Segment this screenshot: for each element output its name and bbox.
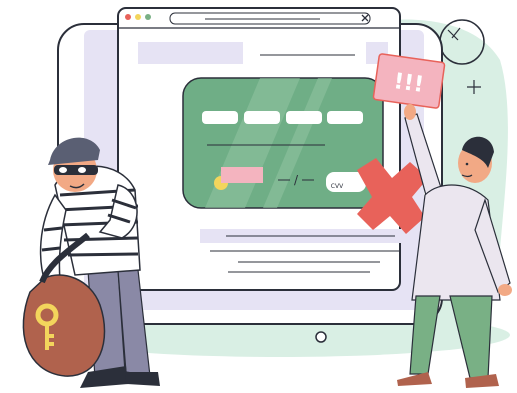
window-dot-yellow[interactable] — [135, 14, 141, 20]
alert-sign-text: !!! — [392, 69, 425, 98]
alert-sign: !!! — [372, 53, 446, 109]
window-dot-green[interactable] — [145, 14, 151, 20]
credit-card: / CVV — [182, 77, 384, 209]
phishing-illustration: / CVV !!! — [22, 7, 512, 388]
cvv-label: CVV — [331, 183, 344, 190]
window-dot-red[interactable] — [125, 14, 131, 20]
home-button[interactable] — [315, 331, 327, 343]
